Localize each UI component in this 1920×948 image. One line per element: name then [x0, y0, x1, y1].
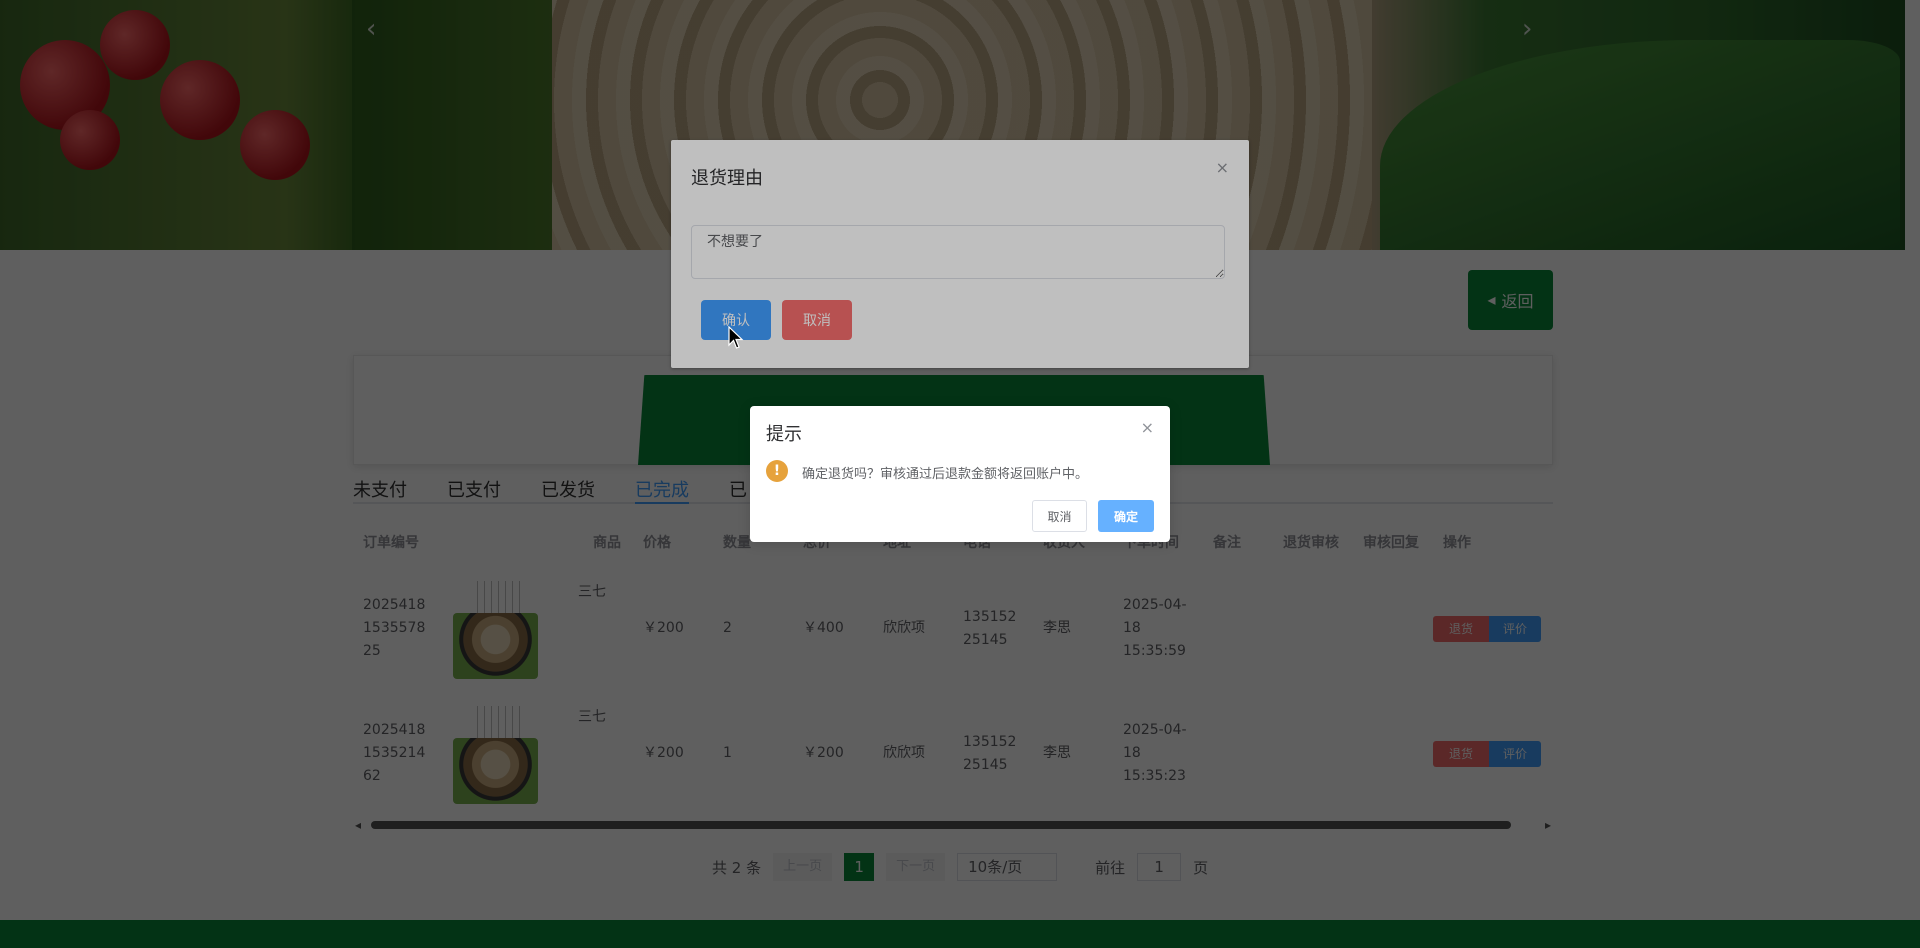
message-box-title: 提示 — [766, 424, 802, 445]
message-box-cancel-button[interactable]: 取消 — [1032, 500, 1087, 532]
warning-icon: ! — [766, 460, 788, 482]
mouse-cursor-icon — [728, 326, 744, 349]
close-icon[interactable]: × — [1141, 418, 1154, 437]
message-box-text: 确定退货吗？审核通过后退款金额将返回账户中。 — [802, 467, 1089, 482]
message-box-ok-button[interactable]: 确定 — [1098, 500, 1154, 532]
confirm-message-box: 提示 × ! 确定退货吗？审核通过后退款金额将返回账户中。 取消 确定 — [750, 406, 1170, 542]
